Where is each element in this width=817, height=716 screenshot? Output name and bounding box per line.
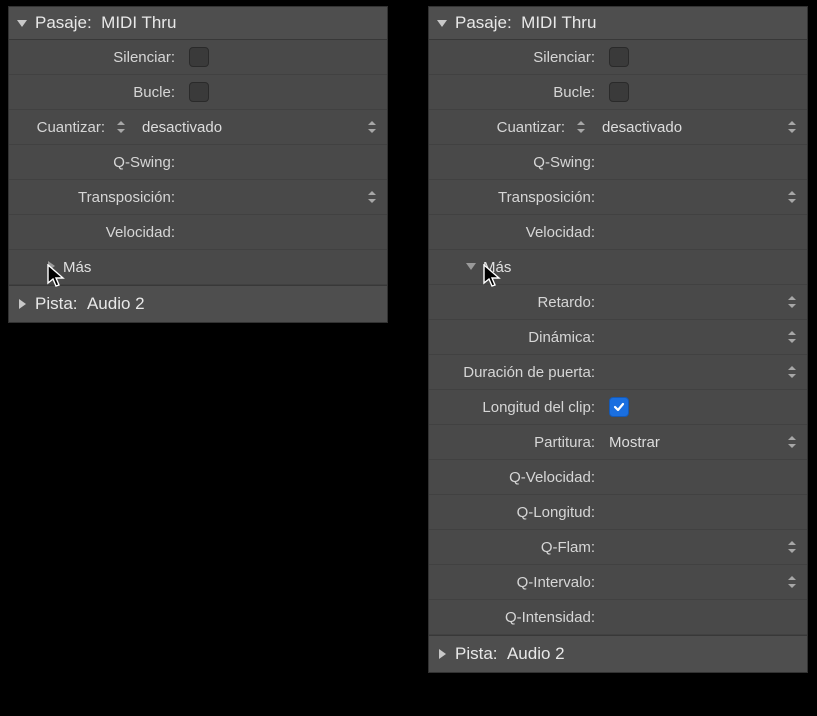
- mute-checkbox[interactable]: [189, 47, 209, 67]
- label-mute: Silenciar: [429, 49, 599, 66]
- disclosure-down-icon: [15, 16, 29, 30]
- label-quantize: Cuantizar: [9, 119, 109, 136]
- row-mute: Silenciar: [429, 40, 807, 75]
- label-q-range: Q-Intervalo: [429, 574, 599, 591]
- label-q-length: Q-Longitud: [429, 504, 599, 521]
- row-more-expanded[interactable]: Más: [429, 250, 807, 285]
- row-more-collapsed[interactable]: Más: [9, 250, 387, 285]
- footer-value: Audio 2: [87, 294, 145, 314]
- row-delay: Retardo: [429, 285, 807, 320]
- label-velocity: Velocidad: [9, 224, 179, 241]
- row-q-strength: Q-Intensidad: [429, 600, 807, 635]
- row-score: Partitura Mostrar: [429, 425, 807, 460]
- score-value[interactable]: Mostrar: [609, 434, 660, 451]
- row-loop: Bucle: [429, 75, 807, 110]
- row-quantize: Cuantizar desactivado: [429, 110, 807, 145]
- row-velocity: Velocidad: [9, 215, 387, 250]
- label-q-strength: Q-Intensidad: [429, 609, 599, 626]
- quantize-track-stepper[interactable]: [785, 120, 799, 134]
- disclosure-down-icon: [435, 16, 449, 30]
- label-q-velocity: Q-Velocidad: [429, 469, 599, 486]
- quantize-stepper[interactable]: [574, 120, 588, 134]
- row-qswing: Q-Swing: [9, 145, 387, 180]
- track-section-header[interactable]: Pista: Audio 2: [9, 285, 387, 322]
- label-qswing: Q-Swing: [429, 154, 599, 171]
- quantize-value[interactable]: desactivado: [142, 119, 222, 136]
- row-velocity: Velocidad: [429, 215, 807, 250]
- label-velocity: Velocidad: [429, 224, 599, 241]
- label-q-flam: Q-Flam: [429, 539, 599, 556]
- track-section-header[interactable]: Pista: Audio 2: [429, 635, 807, 672]
- row-q-range: Q-Intervalo: [429, 565, 807, 600]
- quantize-stepper[interactable]: [114, 120, 128, 134]
- region-section-header[interactable]: Pasaje: MIDI Thru: [429, 7, 807, 40]
- label-score: Partitura: [429, 434, 599, 451]
- disclosure-right-icon: [435, 647, 449, 661]
- label-dynamics: Dinámica: [429, 329, 599, 346]
- label-transpose: Transposición: [9, 189, 179, 206]
- row-quantize: Cuantizar desactivado: [9, 110, 387, 145]
- quantize-track-stepper[interactable]: [365, 120, 379, 134]
- section-value: MIDI Thru: [101, 13, 176, 33]
- row-q-flam: Q-Flam: [429, 530, 807, 565]
- footer-title: Pista:: [455, 644, 507, 664]
- q-flam-stepper[interactable]: [785, 540, 799, 554]
- q-range-stepper[interactable]: [785, 575, 799, 589]
- delay-stepper[interactable]: [785, 295, 799, 309]
- label-clip-length: Longitud del clip: [429, 399, 599, 416]
- loop-checkbox[interactable]: [189, 82, 209, 102]
- row-qswing: Q-Swing: [429, 145, 807, 180]
- region-inspector-panel-collapsed: Pasaje: MIDI Thru Silenciar Bucle Cuanti…: [8, 6, 388, 323]
- region-section-header[interactable]: Pasaje: MIDI Thru: [9, 7, 387, 40]
- row-q-velocity: Q-Velocidad: [429, 460, 807, 495]
- disclosure-right-icon: [45, 259, 57, 276]
- row-clip-length: Longitud del clip: [429, 390, 807, 425]
- section-title: Pasaje:: [35, 13, 101, 33]
- more-label: Más: [483, 259, 511, 276]
- label-transpose: Transposición: [429, 189, 599, 206]
- label-mute: Silenciar: [9, 49, 179, 66]
- more-label: Más: [63, 259, 91, 276]
- mute-checkbox[interactable]: [609, 47, 629, 67]
- row-dynamics: Dinámica: [429, 320, 807, 355]
- label-delay: Retardo: [429, 294, 599, 311]
- label-loop: Bucle: [9, 84, 179, 101]
- quantize-value[interactable]: desactivado: [602, 119, 682, 136]
- score-stepper[interactable]: [785, 435, 799, 449]
- row-q-length: Q-Longitud: [429, 495, 807, 530]
- disclosure-right-icon: [15, 297, 29, 311]
- section-title: Pasaje:: [455, 13, 521, 33]
- footer-value: Audio 2: [507, 644, 565, 664]
- label-gate-time: Duración de puerta: [429, 364, 599, 381]
- row-transpose: Transposición: [9, 180, 387, 215]
- row-loop: Bucle: [9, 75, 387, 110]
- label-loop: Bucle: [429, 84, 599, 101]
- region-inspector-panel-expanded: Pasaje: MIDI Thru Silenciar Bucle Cuanti…: [428, 6, 808, 673]
- disclosure-down-icon: [465, 259, 477, 276]
- loop-checkbox[interactable]: [609, 82, 629, 102]
- row-mute: Silenciar: [9, 40, 387, 75]
- dynamics-stepper[interactable]: [785, 330, 799, 344]
- transpose-stepper[interactable]: [785, 190, 799, 204]
- row-transpose: Transposición: [429, 180, 807, 215]
- label-quantize: Cuantizar: [429, 119, 569, 136]
- row-gate-time: Duración de puerta: [429, 355, 807, 390]
- gate-time-stepper[interactable]: [785, 365, 799, 379]
- section-value: MIDI Thru: [521, 13, 596, 33]
- clip-length-checkbox[interactable]: [609, 397, 629, 417]
- label-qswing: Q-Swing: [9, 154, 179, 171]
- transpose-stepper[interactable]: [365, 190, 379, 204]
- footer-title: Pista:: [35, 294, 87, 314]
